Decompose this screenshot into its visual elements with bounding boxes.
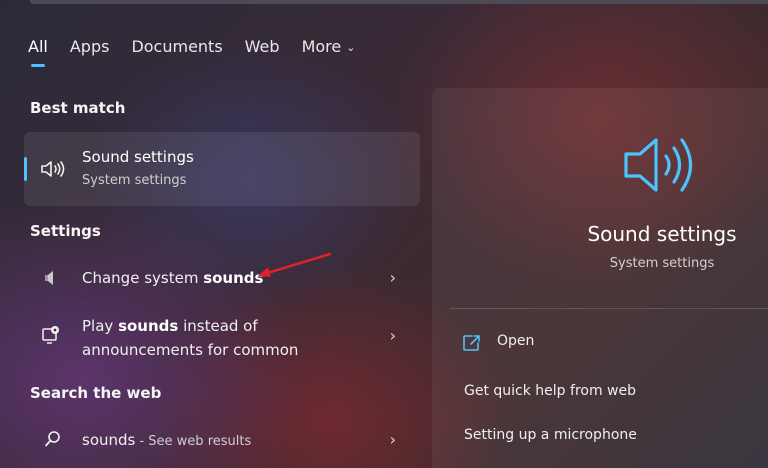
- result-change-system-sounds[interactable]: Change system sounds ›: [24, 262, 420, 294]
- speaker-icon: [624, 138, 693, 192]
- best-match-result[interactable]: Sound settings System settings: [24, 132, 420, 206]
- best-match-heading: Best match: [30, 99, 126, 117]
- tab-more[interactable]: More ⌄: [302, 36, 356, 68]
- settings-heading: Settings: [30, 222, 101, 240]
- web-query: sounds: [82, 431, 136, 449]
- preview-panel: Sound settings System settings Open Get …: [432, 88, 768, 468]
- selection-indicator: [24, 157, 27, 181]
- tab-web[interactable]: Web: [245, 36, 280, 68]
- result-play-sounds[interactable]: Play sounds instead of announcements for …: [24, 312, 420, 364]
- sound-file-icon: [45, 271, 53, 285]
- best-match-title: Sound settings: [82, 148, 194, 166]
- result-label-text: Change system: [82, 269, 204, 287]
- divider: [450, 308, 768, 309]
- result-label: Play sounds instead of announcements for …: [82, 314, 298, 362]
- speaker-icon: [41, 161, 65, 177]
- tab-documents[interactable]: Documents: [131, 36, 222, 68]
- chevron-right-icon: ›: [389, 430, 396, 449]
- search-web-heading: Search the web: [30, 384, 162, 402]
- result-label-line2: announcements for common: [82, 341, 299, 359]
- result-label-highlight: sounds: [203, 269, 264, 287]
- web-result-label: sounds - See web results: [82, 428, 251, 454]
- result-label-text-2: instead of: [178, 317, 258, 335]
- web-suffix: - See web results: [135, 434, 252, 449]
- search-icon: [45, 431, 60, 447]
- search-box-edge: [30, 0, 768, 4]
- tab-all[interactable]: All: [28, 36, 48, 68]
- result-label-text: Play: [82, 317, 119, 335]
- result-label: Change system sounds: [82, 266, 263, 290]
- filter-tabs: All Apps Documents Web More ⌄: [28, 36, 377, 68]
- open-action[interactable]: Open: [497, 333, 534, 349]
- result-web-search[interactable]: sounds - See web results ›: [24, 424, 420, 456]
- open-external-icon[interactable]: [462, 334, 482, 352]
- tab-apps[interactable]: Apps: [70, 36, 110, 68]
- link-quick-help[interactable]: Get quick help from web: [464, 383, 636, 399]
- chevron-right-icon: ›: [389, 268, 396, 287]
- notification-icon: [42, 326, 59, 344]
- preview-title: Sound settings: [587, 222, 737, 246]
- tab-more-label: More: [301, 37, 342, 56]
- result-label-highlight: sounds: [118, 317, 179, 335]
- chevron-right-icon: ›: [389, 326, 396, 345]
- best-match-subtitle: System settings: [82, 173, 187, 188]
- chevron-down-icon: ⌄: [346, 40, 356, 54]
- preview-subtitle: System settings: [609, 256, 715, 271]
- link-setup-microphone[interactable]: Setting up a microphone: [464, 427, 637, 443]
